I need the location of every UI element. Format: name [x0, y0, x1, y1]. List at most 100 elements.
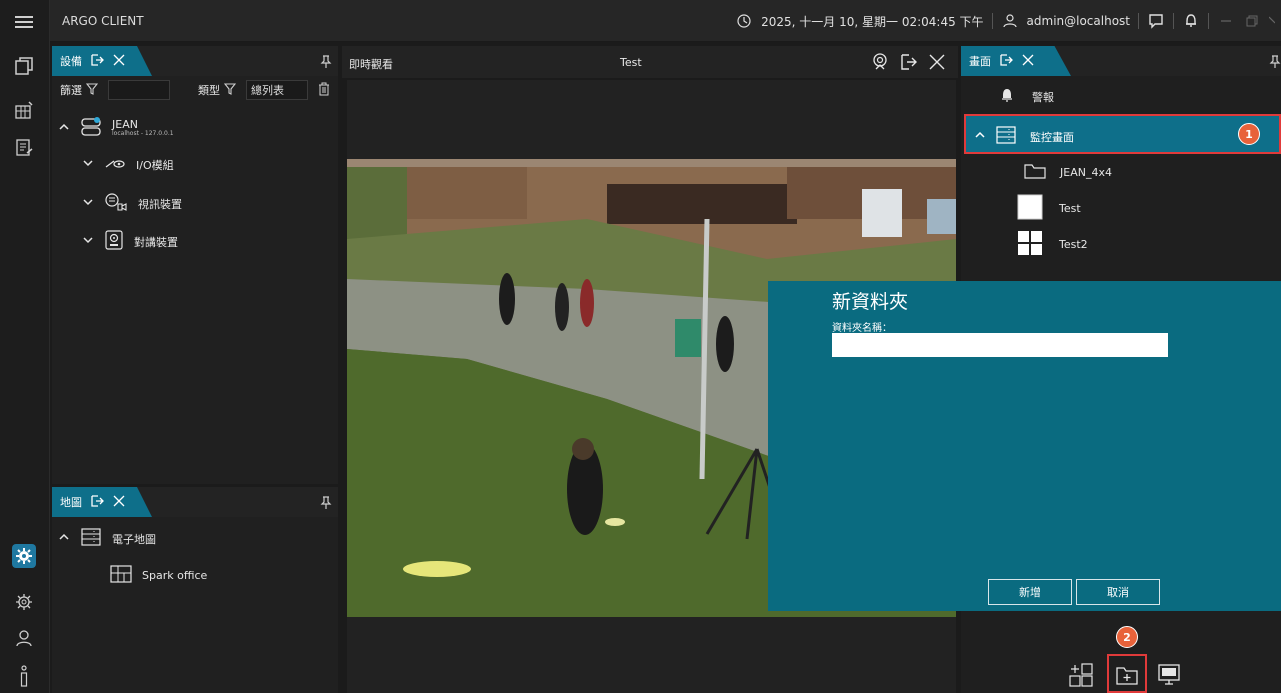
clock-icon	[735, 12, 753, 30]
server-icon	[80, 116, 102, 141]
dialog-title: 新資料夾	[832, 291, 909, 313]
close-icon[interactable]	[112, 494, 126, 511]
pin-icon[interactable]	[1269, 54, 1281, 68]
system-settings-icon[interactable]	[12, 590, 36, 614]
live-view-title: 即時觀看	[349, 58, 393, 71]
close-icon[interactable]	[112, 53, 126, 70]
group-io[interactable]: I/O模組	[82, 156, 174, 173]
message-icon[interactable]	[1147, 12, 1165, 30]
tab-maps[interactable]: 地圖	[52, 487, 152, 517]
maps-panel: 電子地圖 Spark office	[52, 517, 338, 693]
chevron-down-icon[interactable]	[82, 157, 94, 172]
group-label: I/O模組	[136, 158, 174, 172]
group-label: 視訊裝置	[138, 197, 182, 211]
filter-label: 篩選	[60, 84, 82, 97]
filter-input[interactable]	[108, 80, 170, 100]
group-intercom[interactable]: 對講裝置	[82, 230, 178, 253]
username-text[interactable]: admin@localhost	[1027, 14, 1130, 28]
layout-edit-icon[interactable]	[12, 98, 36, 122]
user-icon[interactable]	[12, 626, 36, 650]
io-module-icon	[104, 156, 126, 173]
chevron-down-icon[interactable]	[82, 196, 94, 211]
screen-layout-item[interactable]: Test2	[1017, 230, 1088, 259]
datetime-text: 2025, 十一月 10, 星期一 02:04:45 下午	[761, 14, 984, 29]
left-icon-rail	[0, 0, 50, 693]
selected-screen-group[interactable]: 監控畫面 1	[964, 114, 1281, 154]
user-icon	[1001, 12, 1019, 30]
auto-display-icon[interactable]	[1156, 662, 1182, 688]
map-item[interactable]: Spark office	[110, 565, 207, 586]
folder-name-input[interactable]	[832, 333, 1168, 357]
minimize-icon[interactable]	[1217, 12, 1235, 30]
pin-icon[interactable]	[320, 495, 332, 509]
devices-panel-header: 設備	[52, 46, 338, 76]
map-root-node[interactable]: 電子地圖	[58, 527, 156, 550]
intercom-device-icon	[104, 230, 124, 253]
divider	[1138, 13, 1139, 29]
tab-devices-label: 設備	[60, 55, 82, 68]
tab-screens[interactable]: 畫面	[961, 46, 1071, 76]
pin-icon[interactable]	[320, 54, 332, 68]
server-address: localhost - 127.0.0.1	[112, 130, 174, 138]
new-folder-dialog: 新資料夾 資料夾名稱： 新增 取消	[768, 281, 1281, 611]
chevron-up-icon[interactable]	[58, 531, 70, 546]
folder-name-label: 資料夾名稱：	[832, 323, 892, 334]
selected-row-content: 監控畫面	[974, 126, 1074, 147]
hamburger-menu-icon[interactable]	[12, 10, 36, 34]
new-folder-icon[interactable]	[1114, 662, 1140, 688]
server-node[interactable]: JEAN localhost - 127.0.0.1	[58, 116, 174, 141]
live-view-header: 即時觀看 Test	[342, 46, 958, 78]
video-device-icon	[104, 192, 128, 215]
screen-item-label: Test2	[1059, 238, 1088, 251]
screen-layout-item[interactable]: Test	[1017, 194, 1081, 223]
detach-icon[interactable]	[90, 53, 104, 70]
map-list-icon	[80, 527, 102, 550]
add-layout-icon[interactable]	[1068, 662, 1094, 688]
maps-panel-header: 地圖	[52, 487, 338, 517]
settings-gear-icon[interactable]	[12, 544, 36, 568]
event-log-icon[interactable]	[12, 136, 36, 160]
single-layout-icon	[1017, 194, 1043, 223]
delete-icon[interactable]	[318, 82, 330, 99]
add-button[interactable]: 新增	[988, 579, 1072, 605]
divider	[1208, 13, 1209, 29]
tab-devices[interactable]: 設備	[52, 46, 152, 76]
layout-name: Test	[620, 56, 642, 69]
map-item-label: Spark office	[142, 569, 208, 582]
close-icon[interactable]	[1021, 53, 1035, 70]
type-filter-icon[interactable]	[223, 82, 237, 98]
quad-layout-icon	[1017, 230, 1043, 259]
group-video[interactable]: 視訊裝置	[82, 192, 182, 215]
restore-icon[interactable]	[1243, 12, 1261, 30]
divider	[1173, 13, 1174, 29]
screen-list-icon	[996, 126, 1016, 147]
chevron-up-icon[interactable]	[974, 129, 986, 144]
cancel-button[interactable]: 取消	[1076, 579, 1160, 605]
screen-item-label: Test	[1059, 202, 1081, 215]
filter-icon[interactable]	[85, 82, 99, 98]
chevron-down-icon[interactable]	[82, 234, 94, 249]
ptz-icon[interactable]	[872, 53, 888, 75]
close-window-icon[interactable]	[1269, 12, 1275, 30]
screen-folder-item[interactable]: JEAN_4x4	[1024, 162, 1112, 183]
devices-panel: 篩選 類型 總列表 JEAN localhost - 127.0.0.1 I/O…	[52, 76, 338, 484]
step-badge-1: 1	[1238, 123, 1260, 145]
step-badge-2: 2	[1116, 626, 1138, 648]
tab-maps-label: 地圖	[60, 496, 82, 509]
notification-bell-icon[interactable]	[1182, 12, 1200, 30]
info-icon[interactable]	[12, 664, 36, 688]
screens-panel-header: 畫面	[961, 46, 1281, 76]
detach-icon[interactable]	[900, 53, 918, 75]
chevron-up-icon[interactable]	[58, 121, 70, 136]
detach-icon[interactable]	[999, 53, 1013, 70]
alarm-label: 警報	[1032, 90, 1054, 104]
close-icon[interactable]	[928, 53, 946, 75]
windows-icon[interactable]	[12, 54, 36, 78]
detach-icon[interactable]	[90, 494, 104, 511]
group-label: 對講裝置	[134, 235, 178, 249]
tab-screens-label: 畫面	[969, 55, 991, 68]
type-select[interactable]: 總列表	[246, 80, 308, 100]
alarm-item[interactable]: 警報	[1000, 88, 1054, 105]
type-label: 類型	[198, 84, 220, 97]
divider	[991, 13, 993, 29]
